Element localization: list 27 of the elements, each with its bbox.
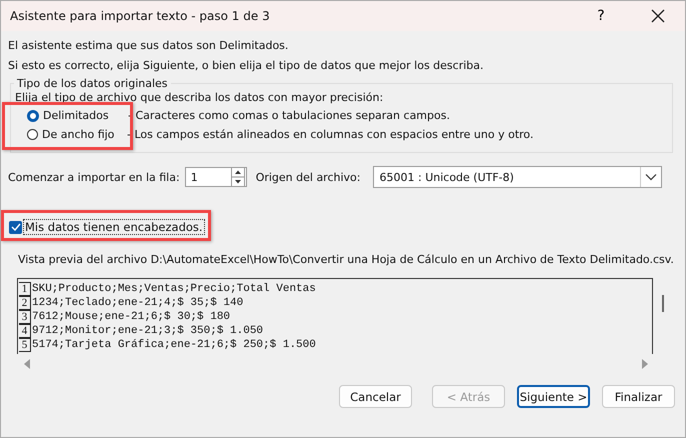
row-number: 3 [19, 310, 31, 324]
group-title: Tipo de los datos originales [16, 77, 169, 90]
radio-label[interactable]: De ancho fijo [42, 128, 127, 141]
origin-dropdown[interactable]: 65001 : Unicode (UTF-8) [372, 166, 662, 188]
row-number: 4 [19, 324, 31, 338]
checkbox-label[interactable]: Mis datos tienen encabezados. [23, 219, 205, 235]
preview-line: 9712;Monitor;ene-21;3;$ 350;$ 1.050 [31, 325, 264, 337]
preview-line: 5174;Tarjeta Gráfica;ene-21;6;$ 250;$ 1.500 [31, 339, 316, 351]
origin-label: Origen del archivo: [256, 170, 360, 184]
dialog-button[interactable]: Siguiente > [517, 385, 590, 408]
row-number: 1 [19, 282, 31, 296]
preview-line: 7612;Mouse;ene-21;6;$ 30;$ 180 [31, 311, 230, 323]
intro-text: El asistente estima que sus datos son Delimitados. [8, 38, 290, 54]
preview-line: SKU;Producto;Mes;Ventas;Precio;Total Ventas [31, 283, 316, 295]
row-number: 5 [19, 338, 31, 352]
radio-label[interactable]: Delimitados [43, 109, 128, 122]
row-number: 2 [19, 296, 31, 310]
dialog-button[interactable]: Finalizar [602, 385, 675, 408]
intro-text: Si esto es correcto, elija Siguiente, o bien elija el tipo de datos que mejor los describa. [8, 58, 485, 74]
preview-label: Vista previa del archivo D:\AutomateExcel\HowTo\Convertir una Hoja de Cálculo en un Archivo de Texto Delimitado.csv. [18, 253, 675, 268]
start-row-label: Comenzar a importar en la fila: [8, 170, 180, 184]
start-row-spinner[interactable]: 1 [184, 167, 247, 187]
prompt-text: Elija el tipo de archivo que describa los datos con mayor precisión: [14, 90, 384, 106]
window-title: Asistente para importar texto - paso 1 de 3 [10, 9, 271, 23]
dialog-button[interactable]: Cancelar [339, 385, 412, 408]
help-button[interactable]: ? [581, 1, 621, 31]
preview-line: 1234;Teclado;ene-21;4;$ 35;$ 140 [31, 297, 244, 309]
